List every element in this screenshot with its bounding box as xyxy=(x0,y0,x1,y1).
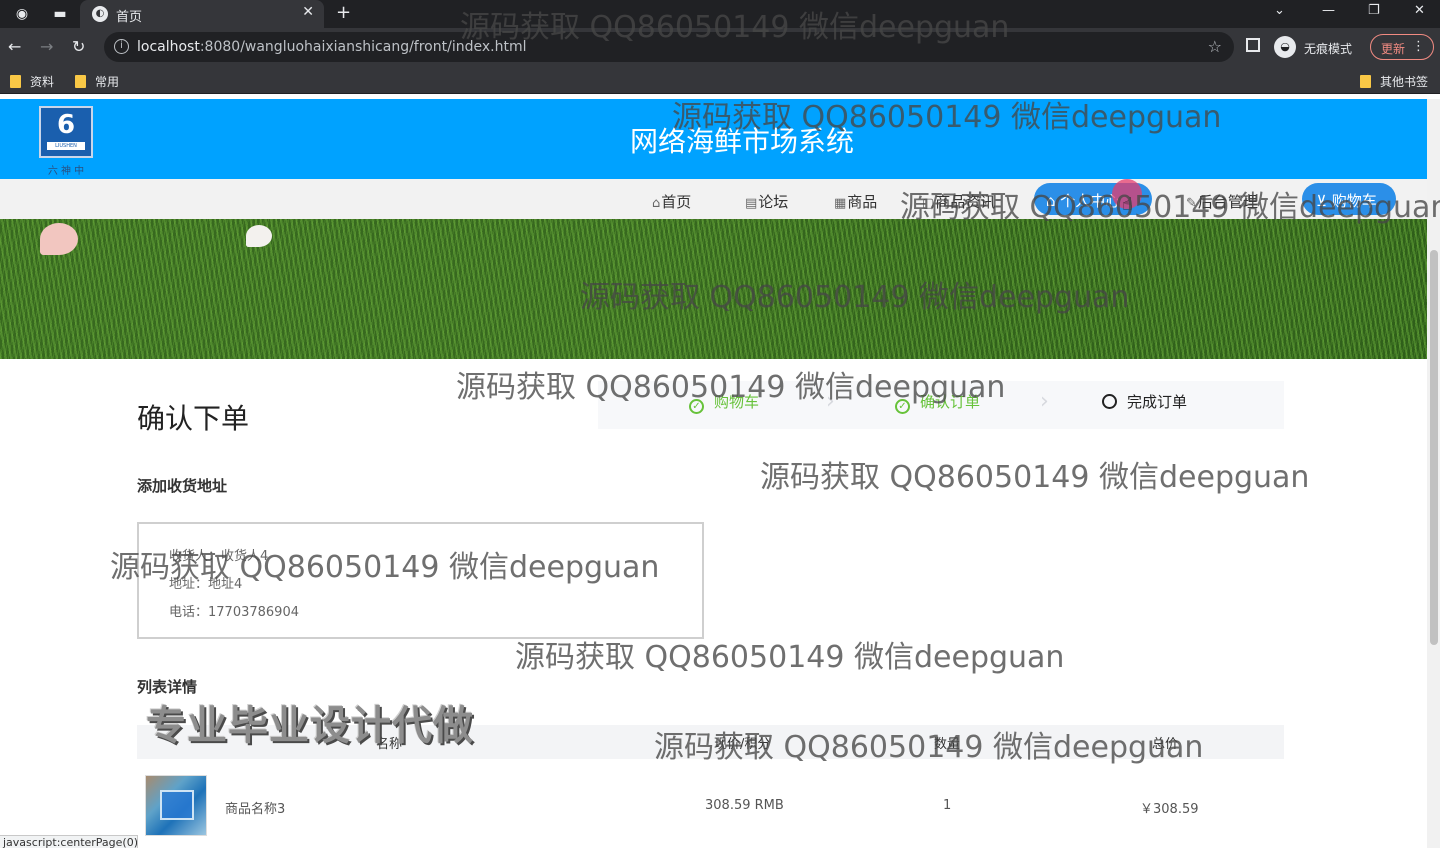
address-phone: 电话：17703786904 xyxy=(169,605,299,620)
home-icon: ⌂ xyxy=(652,196,661,211)
step-chevron-icon: › xyxy=(826,389,835,414)
update-button[interactable]: 更新 ⋮ xyxy=(1370,34,1434,60)
folder-icon xyxy=(1360,75,1371,88)
reload-icon[interactable]: ↻ xyxy=(72,37,85,56)
tab-window-icon[interactable]: ▬ xyxy=(50,4,70,24)
cart-icon: ⊻ xyxy=(1316,192,1332,210)
address-bar[interactable]: i localhost:8080/wangluohaixianshicang/f… xyxy=(104,32,1234,62)
petal-decoration xyxy=(40,223,78,255)
step-complete: 完成订单 xyxy=(1102,391,1187,412)
nav-item-home[interactable]: ⌂首页 xyxy=(652,191,691,212)
browser-tab-bar: ◉ ▬ ◐ 首页 ✕ + ⌄ — ❐ ✕ xyxy=(0,0,1440,28)
close-tab-icon[interactable]: ✕ xyxy=(302,4,314,20)
home-icon: ⌂ xyxy=(1046,192,1061,210)
tab-title: 首页 xyxy=(116,10,143,25)
update-label: 更新 xyxy=(1381,42,1406,56)
bookmark-folder-other[interactable]: 其他书签 xyxy=(1360,73,1428,90)
new-tab-icon[interactable]: + xyxy=(336,2,351,23)
more-menu-icon[interactable]: ⋮ xyxy=(1412,39,1425,54)
logo-mark: 6 xyxy=(56,110,76,140)
tab-search-chevron-icon[interactable]: ⌄ xyxy=(1274,3,1285,18)
pencil-icon: ✎ xyxy=(1186,196,1197,211)
forward-icon[interactable]: → xyxy=(40,37,53,56)
status-url: javascript:centerPage(0); xyxy=(0,835,138,848)
step-confirm: ✓ 确认订单 xyxy=(895,391,980,414)
minimize-icon[interactable]: — xyxy=(1322,3,1335,18)
nav-item-cart[interactable]: ⊻ 购物车 xyxy=(1302,183,1396,215)
column-header-price: 现价/积分 xyxy=(714,737,771,752)
globe-icon: ◐ xyxy=(92,6,108,22)
check-circle-icon: ✓ xyxy=(895,399,910,414)
scrollbar-thumb[interactable] xyxy=(1430,250,1438,645)
goods-icon: ▦ xyxy=(834,196,847,211)
nav-item-admin[interactable]: ✎后台管理 xyxy=(1186,191,1258,212)
hand-cursor-icon: ☝ xyxy=(1122,194,1133,215)
address-detail: 地址：地址4 xyxy=(169,577,243,592)
document-icon: ▤ xyxy=(745,196,758,211)
petal-decoration xyxy=(246,225,272,247)
nav-item-goods[interactable]: ▦商品 xyxy=(834,191,877,212)
check-circle-icon: ✓ xyxy=(689,399,704,414)
bookmarks-bar: 资料 常用 其他书签 xyxy=(0,66,1440,94)
step-cart: ✓ 购物车 xyxy=(689,391,759,414)
nav-item-news[interactable]: ▢商品资讯 xyxy=(922,191,995,212)
incognito-label: 无痕模式 xyxy=(1304,42,1353,56)
news-icon: ▢ xyxy=(922,196,935,211)
product-total: ￥308.59 xyxy=(1140,802,1199,817)
folder-icon xyxy=(10,75,21,88)
browser-tab-active[interactable]: ◐ 首页 ✕ xyxy=(80,0,324,28)
product-thumbnail xyxy=(145,775,207,836)
step-chevron-icon: › xyxy=(1040,389,1049,414)
product-name: 商品名称3 xyxy=(225,802,286,817)
logo-brand: LIUSHEN xyxy=(47,142,85,150)
incognito-icon: ◒ xyxy=(1274,36,1296,58)
logo-subtext: 六 神 中 xyxy=(47,166,85,177)
page-title: 确认下单 xyxy=(137,402,250,435)
bookmark-folder-ziliao[interactable]: 资料 xyxy=(10,73,54,90)
nav-item-forum[interactable]: ▤论坛 xyxy=(745,191,788,212)
site-info-icon[interactable]: i xyxy=(114,39,129,54)
grass-banner xyxy=(0,219,1427,359)
circle-icon xyxy=(1102,394,1117,409)
restore-icon[interactable]: ❐ xyxy=(1368,3,1380,18)
address-section-label: 添加收货地址 xyxy=(137,477,228,495)
address-receiver: 收货人：收货人4 xyxy=(169,549,269,564)
logo-badge: 6 LIUSHEN xyxy=(39,106,93,158)
bookmark-star-icon[interactable]: ☆ xyxy=(1208,37,1222,56)
tab-favicon-globe-icon[interactable]: ◉ xyxy=(12,4,32,24)
column-header-total: 总价 xyxy=(1152,737,1179,752)
column-header-qty: 数量 xyxy=(934,737,961,752)
product-qty: 1 xyxy=(943,798,952,813)
folder-icon xyxy=(75,75,86,88)
bookmark-folder-changyong[interactable]: 常用 xyxy=(75,73,119,90)
back-icon[interactable]: ← xyxy=(8,37,21,56)
promo-overlay-text: 专业毕业设计代做 xyxy=(146,703,474,749)
product-price: 308.59 RMB xyxy=(705,798,784,813)
watermark-text: 源码获取 QQ86050149 微信deepguan xyxy=(760,460,1310,495)
side-panel-icon[interactable] xyxy=(1246,38,1260,52)
browser-toolbar: ← → ↻ i localhost:8080/wangluohaixianshi… xyxy=(0,28,1440,66)
site-title: 网络海鲜市场系统 xyxy=(630,125,855,158)
close-window-icon[interactable]: ✕ xyxy=(1414,3,1425,18)
site-logo[interactable]: 6 LIUSHEN 六 神 中 xyxy=(38,106,94,177)
url-text[interactable]: localhost:8080/wangluohaixianshicang/fro… xyxy=(137,39,526,55)
